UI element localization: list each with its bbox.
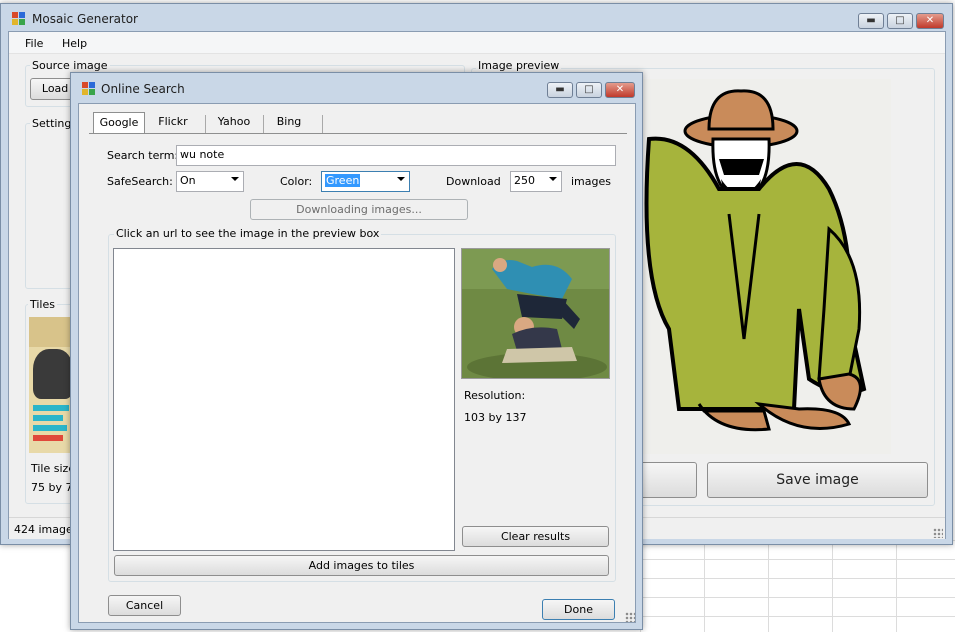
safesearch-label: SafeSearch: bbox=[107, 175, 173, 188]
download-label: Download bbox=[446, 175, 501, 188]
safesearch-value: On bbox=[180, 174, 196, 187]
color-value: Green bbox=[325, 174, 361, 187]
background-spreadsheet bbox=[640, 540, 955, 632]
tab-google[interactable]: Google bbox=[93, 112, 145, 134]
chevron-down-icon bbox=[397, 177, 405, 181]
color-select[interactable]: Green bbox=[321, 171, 410, 192]
online-search-dialog: Online Search ▬ □ ✕ Google Flickr Yahoo … bbox=[70, 72, 643, 630]
dialog-app-icon bbox=[82, 82, 96, 96]
minimize-button[interactable]: ▬ bbox=[858, 13, 884, 29]
menu-file[interactable]: File bbox=[25, 37, 43, 50]
chevron-down-icon bbox=[231, 177, 239, 181]
dialog-maximize-button[interactable]: □ bbox=[576, 82, 602, 98]
save-image-button[interactable]: Save image bbox=[707, 462, 928, 498]
status-text: 424 images bbox=[14, 523, 79, 536]
photo-thumbnail-image bbox=[462, 249, 609, 378]
resolution-label: Resolution: bbox=[464, 389, 526, 402]
dialog-resize-grip[interactable] bbox=[625, 612, 635, 622]
close-button[interactable]: ✕ bbox=[916, 13, 944, 29]
download-count-select[interactable]: 250 bbox=[510, 171, 562, 192]
search-term-input[interactable]: wu note bbox=[176, 145, 616, 166]
results-group-label: Click an url to see the image in the pre… bbox=[114, 227, 382, 240]
clear-results-button[interactable]: Clear results bbox=[462, 526, 609, 547]
app-icon bbox=[12, 12, 26, 26]
image-preview-label: Image preview bbox=[476, 59, 562, 72]
dialog-titlebar[interactable]: Online Search ▬ □ ✕ bbox=[71, 73, 642, 103]
resize-grip[interactable] bbox=[933, 528, 943, 538]
tab-separator bbox=[322, 115, 323, 133]
main-window-title: Mosaic Generator bbox=[32, 12, 138, 26]
download-count-value: 250 bbox=[514, 174, 535, 187]
tiles-label: Tiles bbox=[28, 298, 57, 311]
color-label: Color: bbox=[280, 175, 313, 188]
dialog-title: Online Search bbox=[101, 82, 185, 96]
search-provider-tabs: Google Flickr Yahoo Bing bbox=[93, 112, 333, 134]
chevron-down-icon bbox=[549, 177, 557, 181]
tab-page bbox=[89, 133, 627, 134]
tab-bing[interactable]: Bing bbox=[267, 112, 311, 134]
result-preview-image bbox=[461, 248, 610, 379]
tile-size-label: Tile size bbox=[31, 462, 76, 475]
downloading-images-button[interactable]: Downloading images... bbox=[250, 199, 468, 220]
preview-image bbox=[609, 79, 891, 454]
menu-bar: File Help bbox=[9, 32, 945, 54]
tab-flickr[interactable]: Flickr bbox=[149, 112, 197, 134]
safesearch-select[interactable]: On bbox=[176, 171, 244, 192]
done-button[interactable]: Done bbox=[542, 599, 615, 620]
dialog-client-area: Google Flickr Yahoo Bing Search term: wu… bbox=[78, 103, 636, 623]
cancel-button[interactable]: Cancel bbox=[108, 595, 181, 616]
tab-separator bbox=[205, 115, 206, 133]
source-image-label: Source image bbox=[30, 59, 110, 72]
cartoon-figure-image bbox=[609, 79, 891, 454]
dialog-close-button[interactable]: ✕ bbox=[605, 82, 635, 98]
resolution-value: 103 by 137 bbox=[464, 411, 527, 424]
menu-help[interactable]: Help bbox=[62, 37, 87, 50]
url-list[interactable] bbox=[113, 248, 455, 551]
dialog-minimize-button[interactable]: ▬ bbox=[547, 82, 573, 98]
search-term-label: Search term: bbox=[107, 149, 179, 162]
tab-yahoo[interactable]: Yahoo bbox=[209, 112, 259, 134]
tab-separator bbox=[263, 115, 264, 133]
add-images-to-tiles-button[interactable]: Add images to tiles bbox=[114, 555, 609, 576]
main-titlebar[interactable]: Mosaic Generator ▬ □ ✕ bbox=[1, 4, 952, 34]
images-label: images bbox=[571, 175, 611, 188]
maximize-button[interactable]: □ bbox=[887, 13, 913, 29]
